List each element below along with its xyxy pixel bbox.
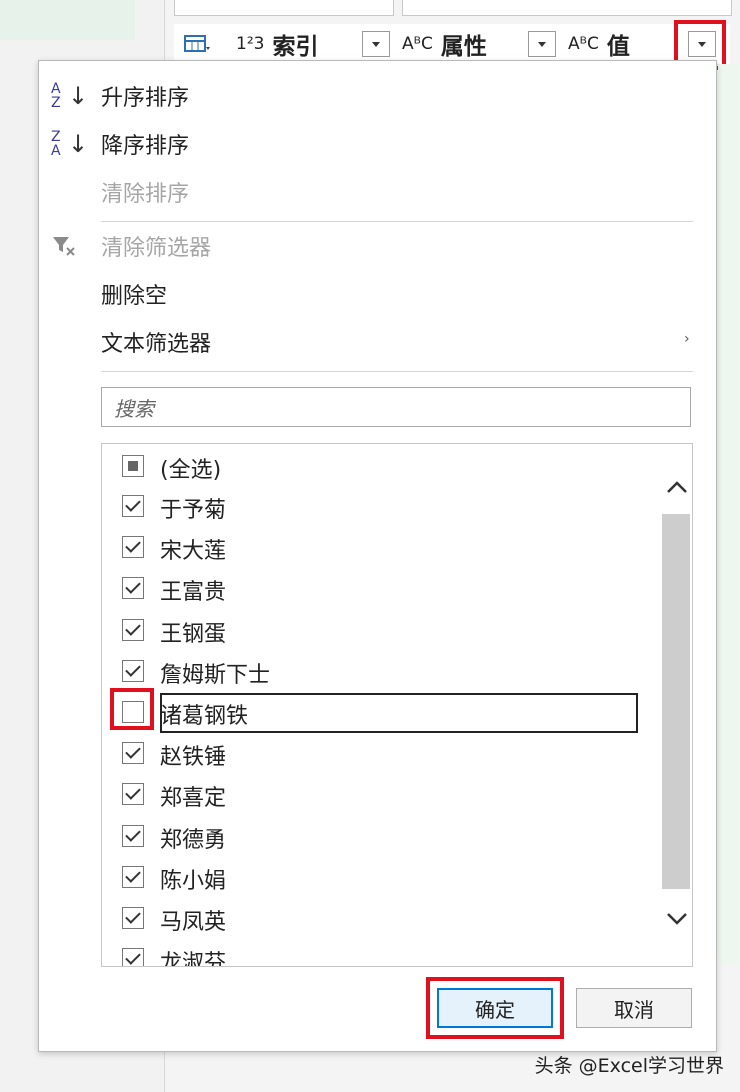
menu-separator [101,221,693,222]
item-label: 宋大莲 [160,539,227,565]
item-checkbox[interactable] [122,536,144,559]
item-checkbox[interactable] [122,577,144,600]
search-input[interactable]: 搜索 [101,387,691,427]
sort-ascending-item[interactable]: 升序排序 [101,76,189,116]
list-item[interactable]: 詹姆斯下士 [102,652,662,692]
scroll-down-icon[interactable] [664,904,690,934]
text-type-icon: AᴮC [402,34,433,54]
item-checkbox[interactable] [122,824,144,847]
name-box[interactable] [174,0,394,16]
column-header-attribute[interactable]: AᴮC 属性 [402,24,487,64]
ok-button-highlight [426,977,564,1039]
value-column-strip [718,64,740,964]
column-header-value[interactable]: AᴮC 值 [568,24,630,64]
list-item[interactable]: 诸葛钢铁 [102,693,662,733]
list-scrollbar[interactable] [662,444,692,966]
select-all-label: (全选) [160,458,222,483]
select-all-row[interactable]: (全选) [102,447,662,487]
column-label-index: 索引 [272,34,319,60]
item-label: 郑喜定 [160,786,227,812]
item-label: 赵铁锤 [160,745,227,771]
item-checkbox[interactable] [122,783,144,806]
sort-ascending-icon: A Z ↓ [51,81,89,111]
select-all-checkbox[interactable] [122,455,144,477]
sort-descending-icon: Z A ↓ [51,129,89,159]
text-filters-item[interactable]: 文本筛选器 [101,322,211,362]
column-header-bar: 1²3 索引 AᴮC 属性 AᴮC 值 [174,24,730,65]
item-label: 王钢蛋 [160,621,227,647]
column-header-index[interactable]: 1²3 索引 [236,24,318,64]
menu-separator [101,371,693,372]
item-label: 马凤英 [160,910,227,935]
watermark: 头条 @Excel学习世界 [534,1055,724,1077]
item-checkbox[interactable] [122,948,144,966]
item-checkbox[interactable] [122,742,144,765]
cancel-button[interactable]: 取消 [576,988,692,1028]
remove-empty-item[interactable]: 删除空 [101,274,167,314]
item-label: 于予菊 [160,498,227,523]
column-label-value: 值 [606,34,630,60]
selected-query[interactable] [0,0,135,40]
scroll-up-icon[interactable] [664,472,690,502]
list-item[interactable]: 龙淑芬 [102,940,662,967]
text-type-icon: AᴮC [568,34,599,54]
scroll-thumb[interactable] [662,514,690,889]
list-item[interactable]: 马凤英 [102,899,662,939]
attribute-filter-button[interactable] [528,31,556,57]
item-label: 陈小娟 [160,868,227,894]
list-item[interactable]: 王富贵 [102,569,662,609]
item-label: 郑德勇 [160,827,227,853]
sort-descending-item[interactable]: 降序排序 [101,124,189,164]
item-checkbox[interactable] [122,659,144,682]
column-label-attribute: 属性 [440,34,487,60]
clear-sort-item[interactable]: 清除排序 [101,172,189,212]
index-filter-button[interactable] [362,31,390,57]
item-checkbox[interactable] [122,495,144,517]
submenu-chevron-right-icon: › [684,331,690,347]
item-checkbox[interactable] [122,865,144,888]
item-label: 詹姆斯下士 [160,662,271,688]
list-item[interactable]: 郑喜定 [102,775,662,815]
list-item[interactable]: 赵铁锤 [102,734,662,774]
item-label: 龙淑芬 [160,951,227,967]
item-label: 王富贵 [160,580,227,606]
unchecked-item-highlight [110,688,154,730]
item-checkbox[interactable] [122,907,144,929]
list-item[interactable]: 陈小娟 [102,858,662,898]
value-checklist: (全选) 于予菊宋大莲王富贵王钢蛋詹姆斯下士诸葛钢铁赵铁锤郑喜定郑德勇陈小娟马凤… [101,443,693,967]
filter-dropdown: A Z ↓ 升序排序 Z A ↓ 降序排序 清除排序 清除筛选器 删除空 文本筛选器 ›… [38,60,717,1052]
table-menu-icon[interactable] [184,24,210,64]
clear-filter-item[interactable]: 清除筛选器 [101,226,211,266]
clear-filter-icon [51,226,81,266]
number-type-icon: 1²3 [236,34,265,54]
list-item[interactable]: 郑德勇 [102,817,662,857]
item-label: 诸葛钢铁 [160,704,249,729]
list-item[interactable]: 王钢蛋 [102,611,662,651]
list-item[interactable]: 于予菊 [102,487,662,527]
item-checkbox[interactable] [122,618,144,641]
list-item[interactable]: 宋大莲 [102,528,662,568]
formula-bar[interactable] [402,0,732,16]
